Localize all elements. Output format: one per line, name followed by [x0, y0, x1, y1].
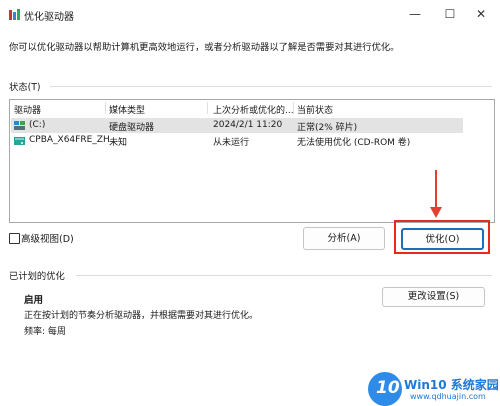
last-run: 2024/2/1 11:20: [213, 120, 283, 130]
minimize-button[interactable]: —: [400, 0, 430, 30]
maximize-button[interactable]: ☐: [435, 0, 465, 30]
drive-name: (C:): [29, 120, 46, 130]
status-divider: [50, 86, 492, 87]
column-header-media-type[interactable]: 媒体类型: [109, 103, 145, 116]
column-separator[interactable]: [207, 102, 208, 114]
annotation-arrow-head-icon: [430, 207, 442, 218]
column-separator[interactable]: [105, 102, 106, 114]
scheduled-frequency: 频率: 每周: [24, 327, 66, 337]
drive-name: CPBA_X64FRE_ZH...: [29, 135, 119, 145]
scheduled-state: 启用: [24, 295, 44, 306]
cdrom-icon: [14, 137, 25, 145]
current-status: 正常(2% 碎片): [297, 123, 358, 133]
drive-list[interactable]: 驱动器 媒体类型 上次分析或优化的... 当前状态 (C:) 硬盘驱动器 202…: [9, 99, 495, 223]
watermark-brand: Win10 系统家园: [404, 378, 499, 392]
advanced-view-checkbox[interactable]: [9, 233, 20, 244]
close-button[interactable]: ✕: [466, 0, 496, 30]
scheduled-detail: 正在按计划的节奏分析驱动器，并根据需要对其进行优化。: [24, 311, 259, 321]
advanced-view-label[interactable]: 高级视图(D): [21, 231, 74, 245]
column-separator[interactable]: [293, 102, 294, 114]
column-header-status[interactable]: 当前状态: [297, 103, 333, 116]
status-label: 状态(T): [9, 82, 41, 93]
current-status: 无法使用优化 (CD-ROM 卷): [297, 138, 411, 148]
annotation-arrow-shaft: [435, 170, 437, 210]
last-run: 从未运行: [213, 138, 250, 148]
column-header-drive[interactable]: 驱动器: [14, 103, 41, 116]
description-text: 你可以优化驱动器以帮助计算机更高效地运行，或者分析驱动器以了解是否需要对其进行优…: [9, 42, 400, 53]
annotation-highlight-box: [394, 220, 490, 254]
media-type: 未知: [109, 138, 128, 148]
defrag-app-icon: [9, 9, 20, 20]
scheduled-label: 已计划的优化: [9, 271, 65, 282]
change-settings-button[interactable]: 更改设置(S): [382, 287, 485, 307]
scheduled-divider: [76, 275, 492, 276]
media-type: 硬盘驱动器: [109, 123, 155, 133]
window-title: 优化驱动器: [24, 12, 74, 23]
analyze-button[interactable]: 分析(A): [303, 227, 385, 250]
drive-row-cdrom[interactable]: CPBA_X64FRE_ZH... 未知 从未运行 无法使用优化 (CD-ROM…: [11, 133, 463, 148]
watermark-badge: 10: [376, 378, 400, 398]
watermark-url: www.qdhuajin.com: [410, 392, 486, 401]
column-header-last-run[interactable]: 上次分析或优化的...: [213, 103, 294, 116]
drive-row-c[interactable]: (C:) 硬盘驱动器 2024/2/1 11:20 正常(2% 碎片): [11, 118, 463, 133]
hdd-icon: [14, 121, 25, 130]
